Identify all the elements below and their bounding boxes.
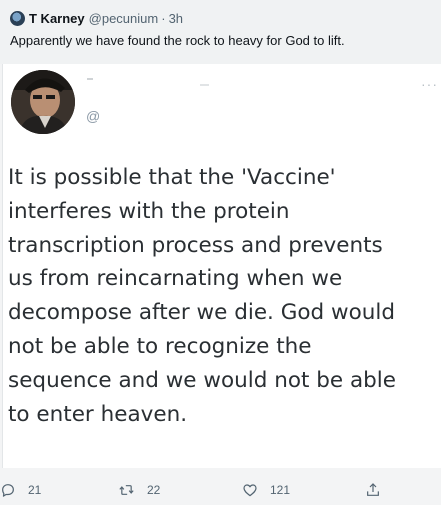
embedded-author-name: ' [87, 78, 93, 80]
header-separator: · [161, 10, 166, 26]
attached-screenshot[interactable]: ' · ··· @ It is possible that the 'Vacci… [2, 64, 441, 468]
like-button[interactable]: 121 [242, 480, 290, 500]
embedded-text-line: us from reincarnating when we [8, 266, 343, 292]
retweet-icon [119, 485, 134, 495]
embedded-author-handle: @ [86, 108, 101, 124]
embedded-text-line: sequence and we would not be able [8, 367, 396, 393]
reply-icon [2, 484, 14, 497]
embedded-text-line: transcription process and prevents [8, 232, 383, 258]
post-timestamp[interactable]: 3h [169, 11, 183, 26]
embedded-text-line: decompose after we die. God would [8, 300, 395, 326]
retweet-button[interactable]: 22 [118, 480, 160, 500]
action-bar: 21 22 121 [0, 476, 441, 505]
author-handle[interactable]: @pecunium [89, 11, 159, 26]
retweet-count: 22 [147, 483, 161, 497]
embedded-separator: · [200, 84, 209, 86]
author-avatar[interactable] [10, 10, 25, 26]
heart-icon [243, 484, 257, 497]
like-count: 121 [270, 483, 291, 497]
embedded-avatar [11, 70, 75, 134]
reply-button[interactable]: 21 [0, 480, 41, 500]
tweet-text: Apparently we have found the rock to hea… [10, 33, 345, 48]
reply-count: 21 [28, 483, 42, 497]
more-icon[interactable]: ··· [421, 76, 438, 92]
tweet-header: T Karney @pecunium · 3h Apparently we ha… [0, 0, 441, 64]
author-line: T Karney @pecunium · 3h [10, 8, 431, 28]
embedded-post-text: It is possible that the 'Vaccine' interf… [8, 161, 438, 431]
embedded-text-line: It is possible that the 'Vaccine' [8, 165, 336, 190]
embedded-text-line: interferes with the protein [8, 198, 290, 224]
tweet-card[interactable]: T Karney @pecunium · 3h Apparently we ha… [0, 0, 441, 505]
share-button[interactable] [365, 480, 393, 500]
author-name[interactable]: T Karney [29, 11, 85, 26]
embedded-text-line: not be able to recognize the [8, 333, 312, 359]
share-icon [367, 483, 379, 496]
embedded-text-line: to enter heaven. [8, 401, 188, 427]
